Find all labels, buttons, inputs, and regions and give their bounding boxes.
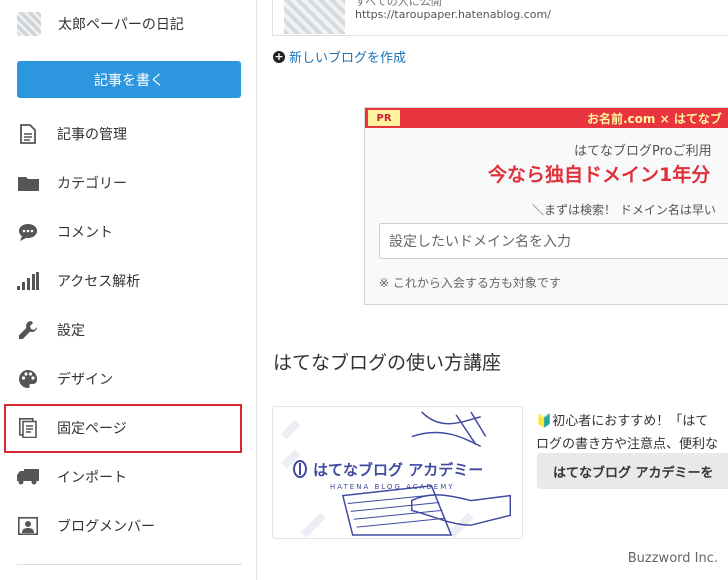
ad-line2: ＼まずは検索！ ドメイン名は早い (532, 203, 716, 217)
document-icon (17, 123, 39, 145)
divider (17, 564, 242, 565)
sidebar-item-label: 記事の管理 (57, 127, 127, 143)
wrench-icon (17, 319, 39, 341)
academy-line1-text: 初心者におすすめ！「はて (552, 414, 709, 429)
sidebar-item-design[interactable]: デザイン (17, 359, 241, 399)
blog-card[interactable]: すべての人に公開 https://taroupaper.hatenablog.c… (272, 0, 728, 36)
sidebar-item-label: ブログメンバー (57, 519, 155, 535)
sidebar-item-comments[interactable]: コメント (17, 212, 241, 252)
ad-line1: はてなブログProご利用 (574, 144, 712, 159)
sidebar-item-manage-articles[interactable]: 記事の管理 (17, 114, 241, 154)
member-icon (17, 515, 39, 537)
palette-icon (17, 368, 39, 390)
plus-circle-icon: + (273, 49, 285, 63)
sidebar-item-label: インポート (57, 470, 127, 486)
write-article-button[interactable]: 記事を書く (17, 61, 241, 98)
sidebar-item-label: アクセス解析 (57, 274, 141, 290)
blog-name: 太郎ペーパーの日記 (58, 17, 184, 33)
section-title: はてなブログの使い方講座 (273, 352, 502, 374)
academy-description-line2: ログの書き方や注意点、便利な (536, 437, 719, 452)
selected-item-highlight (4, 404, 242, 453)
ad-headline: 今なら独自ドメイン1年分 (488, 164, 711, 186)
blog-url[interactable]: https://taroupaper.hatenablog.com/ (355, 8, 551, 21)
blog-switcher[interactable]: 太郎ペーパーの日記 (17, 10, 184, 38)
sidebar-item-analytics[interactable]: アクセス解析 (17, 261, 241, 301)
pr-badge: PR (368, 110, 400, 126)
ad-header-bar: PR お名前.com × はてなブ (365, 108, 728, 128)
truck-icon (17, 466, 39, 488)
academy-banner[interactable]: はてなブログ アカデミー HATENA BLOG ACADEMY (272, 406, 523, 539)
academy-subtitle: HATENA BLOG ACADEMY (330, 483, 455, 491)
sidebar-item-label: コメント (57, 225, 113, 241)
academy-description-line1: 🔰初心者におすすめ！「はて (536, 410, 708, 429)
sidebar-item-categories[interactable]: カテゴリー (17, 163, 241, 203)
blog-thumbnail (17, 12, 41, 36)
folder-icon (17, 172, 39, 194)
comment-icon (17, 221, 39, 243)
domain-search-input[interactable]: 設定したいドメイン名を入力 (379, 223, 728, 259)
academy-button[interactable]: はてなブログ アカデミーを (537, 453, 728, 489)
new-blog-label: 新しいブログを作成 (289, 51, 407, 66)
sidebar-item-blog-members[interactable]: ブログメンバー (17, 506, 241, 546)
sidebar: 太郎ペーパーの日記 記事を書く 記事の管理 カテゴリー コメント アクセス解析 … (0, 0, 256, 580)
main-content: すべての人に公開 https://taroupaper.hatenablog.c… (257, 0, 728, 580)
sidebar-item-label: 設定 (57, 323, 85, 339)
beginner-mark-icon: 🔰 (536, 414, 553, 429)
ad-note: ※ これから入会する方も対象です (379, 276, 561, 290)
ad-box: PR お名前.com × はてなブ はてなブログProご利用 今なら独自ドメイン… (364, 107, 728, 305)
academy-logo-icon (293, 460, 307, 478)
sidebar-item-label: デザイン (57, 372, 113, 388)
sidebar-item-import[interactable]: インポート (17, 457, 241, 497)
new-blog-link[interactable]: + 新しいブログを作成 (273, 47, 406, 66)
bar-chart-icon (17, 270, 39, 292)
sidebar-item-label: カテゴリー (57, 176, 127, 192)
watermark: Buzzword Inc. (627, 551, 718, 566)
sidebar-item-settings[interactable]: 設定 (17, 310, 241, 350)
academy-title: はてなブログ アカデミー (313, 461, 484, 479)
blog-card-thumbnail (284, 0, 345, 34)
ad-brand: お名前.com × はてなブ (587, 112, 722, 126)
